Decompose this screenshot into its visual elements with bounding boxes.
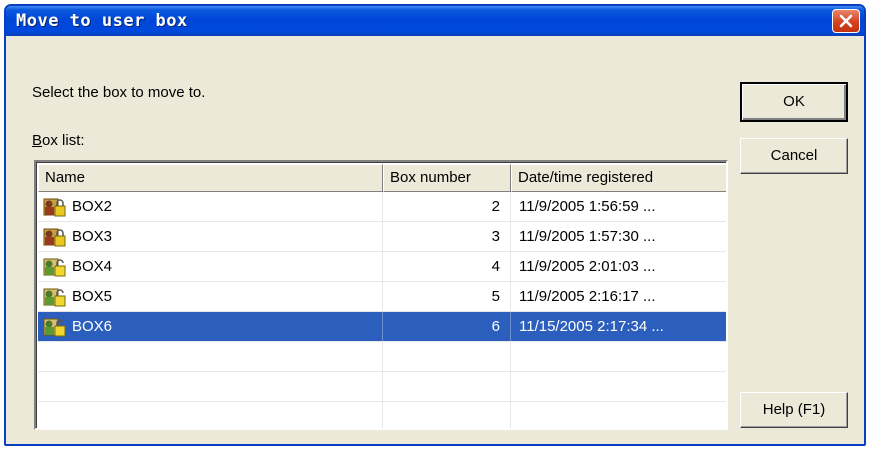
empty-list-row [38,342,726,372]
instruction-text: Select the box to move to. [32,84,206,101]
cancel-button[interactable]: Cancel [740,138,848,174]
box-name: BOX2 [72,197,113,215]
help-button[interactable]: Help (F1) [740,392,848,428]
box-number: 6 [383,312,511,341]
date-registered: 11/9/2005 2:16:17 ... [511,282,726,311]
list-row-box4[interactable]: BOX4 4 11/9/2005 2:01:03 ... [38,252,726,282]
column-header-name[interactable]: Name [38,164,383,192]
user-box-icon [42,255,72,279]
ok-button[interactable]: OK [740,82,848,122]
column-header-box-number[interactable]: Box number [383,164,511,192]
close-icon [839,14,853,28]
list-rows: BOX2 2 11/9/2005 1:56:59 ... BOX3 3 11/9/2005… [38,192,726,428]
locked-user-box-icon [42,195,72,219]
user-box-icon [42,285,72,309]
box-number: 3 [383,222,511,251]
date-registered: 11/9/2005 2:01:03 ... [511,252,726,281]
move-to-user-box-dialog: Move to user box Select the box to move … [4,4,866,446]
box-list[interactable]: Name Box number Date/time registered BOX… [34,160,728,430]
row-name-cell: BOX3 [38,222,383,251]
title-bar[interactable]: Move to user box [6,6,864,36]
dialog-body: Select the box to move to. Box list: Nam… [6,36,864,444]
list-row-box3[interactable]: BOX3 3 11/9/2005 1:57:30 ... [38,222,726,252]
row-name-cell: BOX4 [38,252,383,281]
list-header: Name Box number Date/time registered [38,164,726,192]
box-name: BOX6 [72,317,113,335]
close-button[interactable] [832,9,860,33]
empty-list-row [38,402,726,428]
row-name-cell: BOX5 [38,282,383,311]
locked-user-box-icon [42,225,72,249]
date-registered: 11/15/2005 2:17:34 ... [511,312,726,341]
box-name: BOX3 [72,227,113,245]
box-name: BOX5 [72,287,113,305]
box-number: 5 [383,282,511,311]
window-title: Move to user box [16,11,188,31]
date-registered: 11/9/2005 1:57:30 ... [511,222,726,251]
row-name-cell: BOX2 [38,192,383,221]
box-name: BOX4 [72,257,113,275]
column-header-date-registered[interactable]: Date/time registered [511,164,726,192]
box-number: 4 [383,252,511,281]
row-name-cell: BOX6 [38,312,383,341]
user-box-icon [42,315,72,339]
empty-list-row [38,372,726,402]
list-row-box6[interactable]: BOX6 6 11/15/2005 2:17:34 ... [38,312,726,342]
list-row-box5[interactable]: BOX5 5 11/9/2005 2:16:17 ... [38,282,726,312]
list-row-box2[interactable]: BOX2 2 11/9/2005 1:56:59 ... [38,192,726,222]
box-list-label: Box list: [32,132,85,149]
box-number: 2 [383,192,511,221]
box-list-label-accelerator: B [32,132,43,149]
box-list-label-rest: ox list: [42,132,85,149]
date-registered: 11/9/2005 1:56:59 ... [511,192,726,221]
